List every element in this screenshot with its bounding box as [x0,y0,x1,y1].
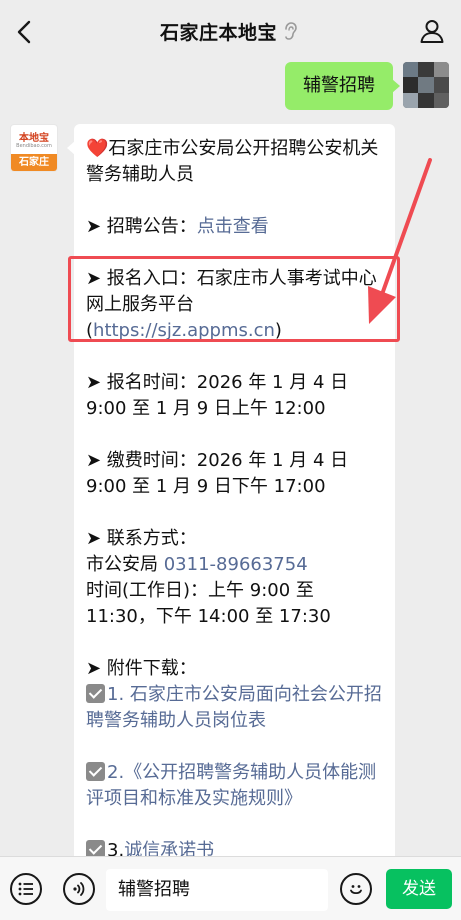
account-avatar[interactable]: 本地宝 Bendibao.com 石家庄 [10,124,58,172]
checkbox-icon [86,840,105,856]
reply-bubble: ❤️石家庄市公安局公开招聘公安机关警务辅助人员 ➤ 招聘公告：点击查看 ➤ 报名… [67,124,395,856]
register-line: ➤ 报名入口：石家庄市人事考试中心网上服务平台(https://sjz.appm… [86,268,377,341]
emoji-button[interactable] [340,873,372,905]
heart-icon: ❤️ [86,138,109,159]
menu-button[interactable] [10,873,42,905]
input-bar: 辅警招聘 发送 [0,856,461,920]
contact-hours: 时间(工作日)：上午 9:00 至 11:30，下午 14:00 至 17:30 [86,580,331,627]
checkbox-icon [86,762,105,781]
attachment-1: 1. 石家庄市公安局面向社会公开招聘警务辅助人员岗位表 [86,684,382,731]
attachment-2: 2.《公开招聘警务辅助人员体能测评项目和标准及实施规则》 [86,762,377,809]
ear-icon [283,22,301,40]
menu-icon [18,882,33,896]
sent-message-bubble[interactable]: 辅警招聘 [285,62,400,110]
signup-time: ➤ 报名时间：2026 年 1 月 4 日 9:00 至 1 月 9 日上午 1… [86,372,349,419]
attachment-1-link[interactable]: 石家庄市公安局面向社会公开招聘警务辅助人员岗位表 [86,684,382,731]
chat-area[interactable]: 辅警招聘 本地宝 Bendibao.com 石家庄 ❤️石家庄市公安局公开招聘公… [0,62,461,856]
message-input[interactable]: 辅警招聘 [106,869,328,911]
voice-icon [73,882,85,896]
reply-heading: ❤️石家庄市公安局公开招聘公安机关警务辅助人员 [86,138,379,185]
sent-message: 辅警招聘 [285,62,449,110]
announcement-line: ➤ 招聘公告：点击查看 [86,216,269,237]
attachment-3-link[interactable]: 诚信承诺书 [124,840,214,856]
attachment-3: 3.诚信承诺书 [86,838,383,856]
avatar-brand: 本地宝 [19,133,49,144]
received-message: 本地宝 Bendibao.com 石家庄 ❤️石家庄市公安局公开招聘公安机关警务… [10,124,395,856]
register-link[interactable]: https://sjz.appms.cn [93,320,275,341]
my-avatar[interactable] [403,62,449,108]
contact-line: 市公安局 0311-89663754 [86,554,308,575]
checkbox-icon [86,684,105,703]
chat-title: 石家庄本地宝 [159,21,277,44]
send-button[interactable]: 发送 [386,869,452,909]
back-button[interactable] [8,14,40,50]
attachment-2-link[interactable]: 《公开招聘警务辅助人员体能测评项目和标准及实施规则》 [86,762,376,809]
chat-header: 石家庄本地宝 [0,0,461,62]
avatar-city: 石家庄 [11,154,57,171]
avatar-domain: Bendibao.com [16,143,52,149]
contact-phone-link[interactable]: 0311-89663754 [164,554,308,575]
payment-time: ➤ 缴费时间：2026 年 1 月 4 日 9:00 至 1 月 9 日下午 1… [86,450,349,497]
attach-label: ➤ 附件下载： [86,658,197,679]
chat-info-button[interactable] [417,16,447,46]
person-icon [420,20,444,43]
contact-label: ➤ 联系方式： [86,528,197,549]
chevron-left-icon [17,20,31,44]
emoji-icon [350,885,362,895]
announcement-link[interactable]: 点击查看 [197,216,269,237]
voice-button[interactable] [63,873,95,905]
